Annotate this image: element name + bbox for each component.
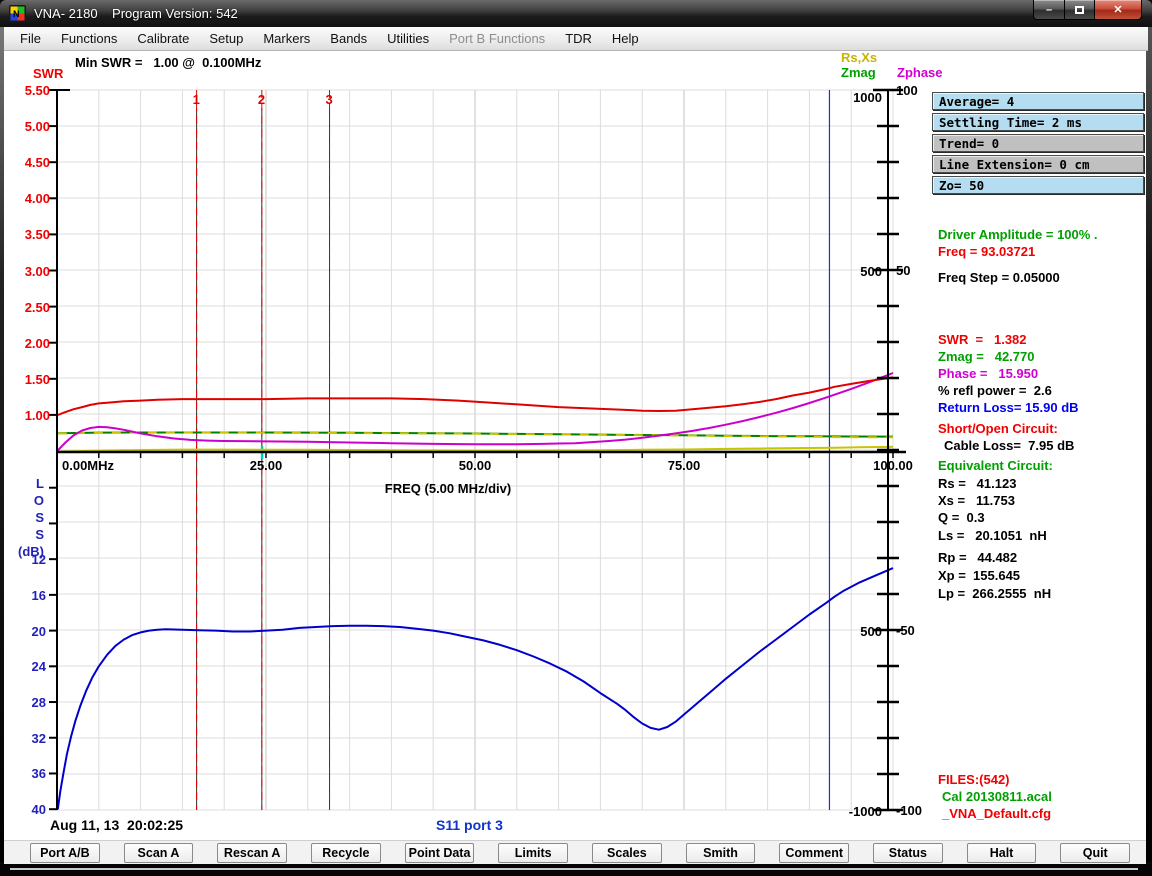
raxis-outer--50: -50 bbox=[896, 623, 915, 638]
infobox-line-extension[interactable]: Line Extension= 0 cm bbox=[932, 155, 1144, 173]
limits-button[interactable]: Limits bbox=[498, 843, 568, 863]
infobox-zo[interactable]: Zo= 50 bbox=[932, 176, 1144, 194]
status-s11-port: S11 port 3 bbox=[436, 817, 503, 833]
readout-9: Cable Loss= 7.95 dB bbox=[944, 438, 1074, 453]
freq-tick-50: 50.00 bbox=[445, 458, 505, 473]
min-swr-readout: Min SWR = 1.00 @ 0.100MHz bbox=[75, 55, 261, 70]
loss-tick-36: 36 bbox=[8, 766, 46, 781]
readout-8: Short/Open Circuit: bbox=[938, 421, 1058, 436]
freq-tick-25: 25.00 bbox=[236, 458, 296, 473]
loss-tick-28: 28 bbox=[8, 695, 46, 710]
readout-12: Xs = 11.753 bbox=[938, 493, 1015, 508]
loss-tick-40: 40 bbox=[8, 802, 46, 817]
readout-13: Q = 0.3 bbox=[938, 510, 985, 525]
swr-tick-4.50: 4.50 bbox=[8, 155, 50, 170]
rescan-a-button[interactable]: Rescan A bbox=[217, 843, 287, 863]
port-a-b-button[interactable]: Port A/B bbox=[30, 843, 100, 863]
loss-title-0: L bbox=[8, 476, 44, 491]
swr-axis-title: SWR bbox=[33, 66, 63, 81]
swr-tick-5.50: 5.50 bbox=[8, 83, 50, 98]
swr-tick-3.50: 3.50 bbox=[8, 227, 50, 242]
comment-button[interactable]: Comment bbox=[779, 843, 849, 863]
quit-button[interactable]: Quit bbox=[1060, 843, 1130, 863]
zmag-axis-title: Zmag bbox=[841, 65, 876, 80]
loss-title-1: O bbox=[8, 493, 44, 508]
raxis-outer--100: -100 bbox=[896, 803, 922, 818]
loss-tick-12: 12 bbox=[8, 552, 46, 567]
readout-4: Zmag = 42.770 bbox=[938, 349, 1034, 364]
raxis-inner-500: 500 bbox=[828, 624, 882, 639]
readout-18: FILES:(542) bbox=[938, 772, 1010, 787]
status-button[interactable]: Status bbox=[873, 843, 943, 863]
swr-tick-5.00: 5.00 bbox=[8, 119, 50, 134]
scales-button[interactable]: Scales bbox=[592, 843, 662, 863]
bottom-button-bar: Port A/B Scan A Rescan A Recycle Point Data L… bbox=[4, 840, 1146, 864]
loss-tick-24: 24 bbox=[8, 659, 46, 674]
freq-tick-75: 75.00 bbox=[654, 458, 714, 473]
zphase-axis-title: Zphase bbox=[897, 65, 943, 80]
status-datetime: Aug 11, 13 20:02:25 bbox=[50, 817, 183, 833]
raxis-outer-50: 50 bbox=[896, 263, 910, 278]
smith-button[interactable]: Smith bbox=[686, 843, 756, 863]
frame-inner-line bbox=[10, 868, 1138, 870]
freq-tick-0: 0.00MHz bbox=[62, 458, 114, 473]
application-window: N VNA- 2180 Program Version: 542 – ✕ Fil… bbox=[0, 0, 1152, 876]
readout-19: Cal 20130811.acal bbox=[942, 789, 1052, 804]
readout-15: Rp = 44.482 bbox=[938, 550, 1017, 565]
halt-button[interactable]: Halt bbox=[967, 843, 1037, 863]
infobox-settling-time[interactable]: Settling Time= 2 ms bbox=[932, 113, 1144, 131]
loss-title-3: S bbox=[8, 527, 44, 542]
raxis-inner-1000: 1000 bbox=[828, 90, 882, 105]
infobox-trend[interactable]: Trend= 0 bbox=[932, 134, 1144, 152]
loss-tick-20: 20 bbox=[8, 624, 46, 639]
swr-tick-1.50: 1.50 bbox=[8, 372, 50, 387]
readout-1: Freq = 93.03721 bbox=[938, 244, 1035, 259]
readout-7: Return Loss= 15.90 dB bbox=[938, 400, 1079, 415]
readout-11: Rs = 41.123 bbox=[938, 476, 1016, 491]
point-data-button[interactable]: Point Data bbox=[405, 843, 475, 863]
readout-16: Xp = 155.645 bbox=[938, 568, 1020, 583]
readout-17: Lp = 266.2555 nH bbox=[938, 586, 1051, 601]
window-frame-bottom bbox=[0, 864, 1152, 876]
readout-20: _VNA_Default.cfg bbox=[942, 806, 1051, 821]
swr-tick-2.50: 2.50 bbox=[8, 300, 50, 315]
readout-6: % refl power = 2.6 bbox=[938, 383, 1052, 398]
raxis-inner--1000: -1000 bbox=[828, 804, 882, 819]
readout-5: Phase = 15.950 bbox=[938, 366, 1038, 381]
freq-axis-label: FREQ (5.00 MHz/div) bbox=[373, 481, 523, 496]
readout-14: Ls = 20.1051 nH bbox=[938, 528, 1047, 543]
loss-title-2: S bbox=[8, 510, 44, 525]
rsxs-axis-title: Rs,Xs bbox=[841, 50, 877, 65]
freq-tick-100: 100.00 bbox=[863, 458, 923, 473]
raxis-outer-100: 100 bbox=[896, 83, 918, 98]
readout-0: Driver Amplitude = 100% . bbox=[938, 227, 1098, 242]
swr-tick-1.00: 1.00 bbox=[8, 408, 50, 423]
readout-2: Freq Step = 0.05000 bbox=[938, 270, 1060, 285]
marker-label-2[interactable]: 2 bbox=[258, 92, 265, 107]
swr-tick-2.00: 2.00 bbox=[8, 336, 50, 351]
raxis-inner-500: 500 bbox=[828, 264, 882, 279]
scan-a-button[interactable]: Scan A bbox=[124, 843, 194, 863]
marker-label-3[interactable]: 3 bbox=[326, 92, 333, 107]
swr-tick-3.00: 3.00 bbox=[8, 264, 50, 279]
marker-label-1[interactable]: 1 bbox=[193, 92, 200, 107]
readout-10: Equivalent Circuit: bbox=[938, 458, 1053, 473]
swr-tick-4.00: 4.00 bbox=[8, 191, 50, 206]
loss-tick-16: 16 bbox=[8, 588, 46, 603]
infobox-average[interactable]: Average= 4 bbox=[932, 92, 1144, 110]
loss-tick-32: 32 bbox=[8, 731, 46, 746]
readout-3: SWR = 1.382 bbox=[938, 332, 1027, 347]
recycle-button[interactable]: Recycle bbox=[311, 843, 381, 863]
